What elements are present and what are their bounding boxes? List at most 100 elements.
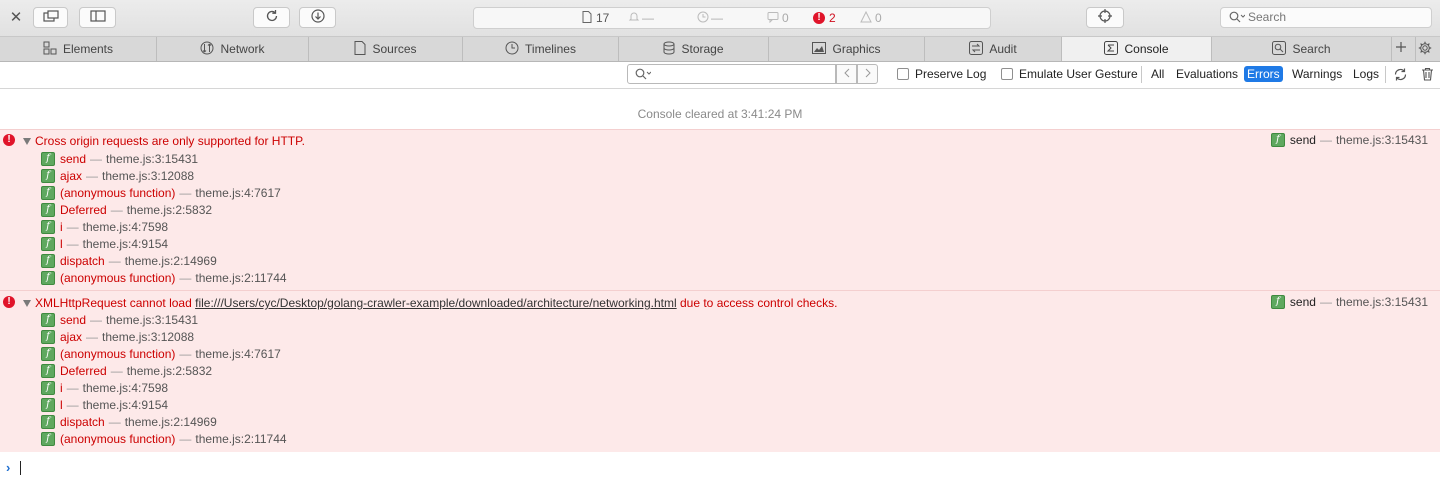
stack-frame[interactable]: f send — theme.js:3:15431 xyxy=(41,151,198,167)
logs-count[interactable]: 0 xyxy=(767,11,789,25)
function-badge-icon: f xyxy=(41,220,55,234)
frame-location[interactable]: theme.js:3:12088 xyxy=(102,330,194,344)
previous-match-button[interactable] xyxy=(836,64,857,84)
frame-location[interactable]: theme.js:4:7598 xyxy=(83,220,168,234)
frame-location[interactable]: theme.js:4:7598 xyxy=(83,381,168,395)
stack-frame[interactable]: f Deferred — theme.js:2:5832 xyxy=(41,202,212,218)
level-errors[interactable]: Errors xyxy=(1244,66,1283,82)
function-badge-icon: f xyxy=(41,186,55,200)
frame-location[interactable]: theme.js:2:5832 xyxy=(127,203,212,217)
level-logs[interactable]: Logs xyxy=(1350,66,1382,82)
time-status[interactable]: — xyxy=(697,11,723,25)
tab-bar: Elements Network Sources Timelines Stora… xyxy=(0,37,1440,62)
close-icon[interactable]: ✕ xyxy=(8,8,24,28)
frame-location[interactable]: theme.js:2:14969 xyxy=(125,254,217,268)
next-match-button[interactable] xyxy=(857,64,878,84)
stack-frame[interactable]: f (anonymous function) — theme.js:2:11744 xyxy=(41,270,287,286)
tab-timelines[interactable]: Timelines xyxy=(463,37,619,61)
elements-icon xyxy=(43,41,63,58)
stack-frame[interactable]: f ajax — theme.js:3:12088 xyxy=(41,329,194,345)
resource-url-link[interactable]: file:///Users/cyc/Desktop/golang-crawler… xyxy=(195,296,677,310)
storage-icon xyxy=(663,41,681,58)
reload-console-icon[interactable] xyxy=(1393,67,1408,85)
frame-location[interactable]: theme.js:2:5832 xyxy=(127,364,212,378)
error-message-text: XMLHttpRequest cannot load file:///Users… xyxy=(35,296,837,310)
errors-count-value: 2 xyxy=(829,11,836,25)
tab-storage[interactable]: Storage xyxy=(619,37,769,61)
audit-icon xyxy=(969,40,989,58)
level-all[interactable]: All xyxy=(1148,66,1167,82)
function-badge-icon: f xyxy=(41,169,55,183)
source-function-name: send xyxy=(1289,295,1316,309)
network-status[interactable]: — xyxy=(628,11,654,25)
divider xyxy=(1141,66,1142,83)
source-location-link[interactable]: f send — theme.js:3:15431 xyxy=(1270,295,1428,309)
emulate-gesture-box[interactable] xyxy=(1001,68,1013,80)
inspect-element-button[interactable] xyxy=(1086,7,1124,28)
console-prompt[interactable]: › xyxy=(0,458,1440,480)
stack-frame[interactable]: f l — theme.js:4:9154 xyxy=(41,236,168,252)
trash-icon[interactable] xyxy=(1421,67,1434,84)
stack-frame[interactable]: f dispatch — theme.js:2:14969 xyxy=(41,253,217,269)
stack-frame[interactable]: f (anonymous function) — theme.js:4:7617 xyxy=(41,346,281,362)
warnings-count-value: 0 xyxy=(875,11,882,25)
tab-graphics[interactable]: Graphics xyxy=(769,37,925,61)
download-button[interactable] xyxy=(299,7,336,28)
error-text-before: XMLHttpRequest cannot load xyxy=(35,296,196,310)
frame-location[interactable]: theme.js:3:12088 xyxy=(102,169,194,183)
frame-location[interactable]: theme.js:4:9154 xyxy=(83,237,168,251)
tab-sources[interactable]: Sources xyxy=(309,37,463,61)
frame-location[interactable]: theme.js:3:15431 xyxy=(106,152,198,166)
console-filter-input[interactable] xyxy=(627,64,836,84)
disclosure-triangle-icon[interactable] xyxy=(23,138,31,145)
add-tab-button[interactable] xyxy=(1392,37,1416,61)
stack-frame[interactable]: f i — theme.js:4:7598 xyxy=(41,380,168,396)
frame-location[interactable]: theme.js:2:11744 xyxy=(195,432,286,446)
warnings-count[interactable]: 0 xyxy=(860,10,882,25)
errors-count[interactable]: ! 2 xyxy=(813,11,836,25)
stack-frame[interactable]: f send — theme.js:3:15431 xyxy=(41,312,198,328)
source-location-link[interactable]: f send — theme.js:3:15431 xyxy=(1270,133,1428,147)
resources-count[interactable]: 17 xyxy=(582,10,610,25)
tab-network[interactable]: Network xyxy=(157,37,309,61)
stack-frame[interactable]: f l — theme.js:4:9154 xyxy=(41,397,168,413)
frame-location[interactable]: theme.js:2:11744 xyxy=(195,271,286,285)
resources-count-value: 17 xyxy=(596,11,610,25)
stack-frame[interactable]: f i — theme.js:4:7598 xyxy=(41,219,168,235)
search-field[interactable]: Search xyxy=(1220,7,1432,28)
logs-count-value: 0 xyxy=(782,11,789,25)
level-warnings[interactable]: Warnings xyxy=(1289,66,1345,82)
preserve-log-box[interactable] xyxy=(897,68,909,80)
tab-elements[interactable]: Elements xyxy=(0,37,157,61)
dock-side-button[interactable] xyxy=(79,7,116,28)
stack-frame[interactable]: f Deferred — theme.js:2:5832 xyxy=(41,363,212,379)
emulate-gesture-checkbox[interactable]: Emulate User Gesture xyxy=(1001,67,1138,81)
tab-console[interactable]: Console xyxy=(1062,37,1212,61)
preserve-log-checkbox[interactable]: Preserve Log xyxy=(897,67,986,81)
frame-location[interactable]: theme.js:2:14969 xyxy=(125,415,217,429)
stack-frame[interactable]: f (anonymous function) — theme.js:2:11744 xyxy=(41,431,287,447)
tab-search[interactable]: Search xyxy=(1212,37,1392,61)
source-location: theme.js:3:15431 xyxy=(1335,133,1428,147)
crosshair-icon xyxy=(1097,8,1113,27)
level-evaluations[interactable]: Evaluations xyxy=(1173,66,1241,82)
separator: — xyxy=(108,415,121,429)
settings-button[interactable] xyxy=(1416,37,1440,61)
magnifier-icon xyxy=(1229,11,1246,27)
stack-frame[interactable]: f (anonymous function) — theme.js:4:7617 xyxy=(41,185,281,201)
tab-audit[interactable]: Audit xyxy=(925,37,1062,61)
function-badge-icon: f xyxy=(41,347,55,361)
console-error-message: ! XMLHttpRequest cannot load file:///Use… xyxy=(0,290,1440,452)
stack-frame[interactable]: f ajax — theme.js:3:12088 xyxy=(41,168,194,184)
network-icon xyxy=(200,41,220,58)
disclosure-triangle-icon[interactable] xyxy=(23,300,31,307)
frame-location[interactable]: theme.js:4:7617 xyxy=(195,347,280,361)
frame-location[interactable]: theme.js:4:7617 xyxy=(195,186,280,200)
frame-location[interactable]: theme.js:3:15431 xyxy=(106,313,198,327)
filter-magnifier-icon xyxy=(635,68,652,84)
stack-frame[interactable]: f dispatch — theme.js:2:14969 xyxy=(41,414,217,430)
reload-button[interactable] xyxy=(253,7,290,28)
console-filter-bar: Preserve Log Emulate User Gesture All Ev… xyxy=(0,62,1440,89)
frame-location[interactable]: theme.js:4:9154 xyxy=(83,398,168,412)
undock-button[interactable] xyxy=(33,7,68,28)
